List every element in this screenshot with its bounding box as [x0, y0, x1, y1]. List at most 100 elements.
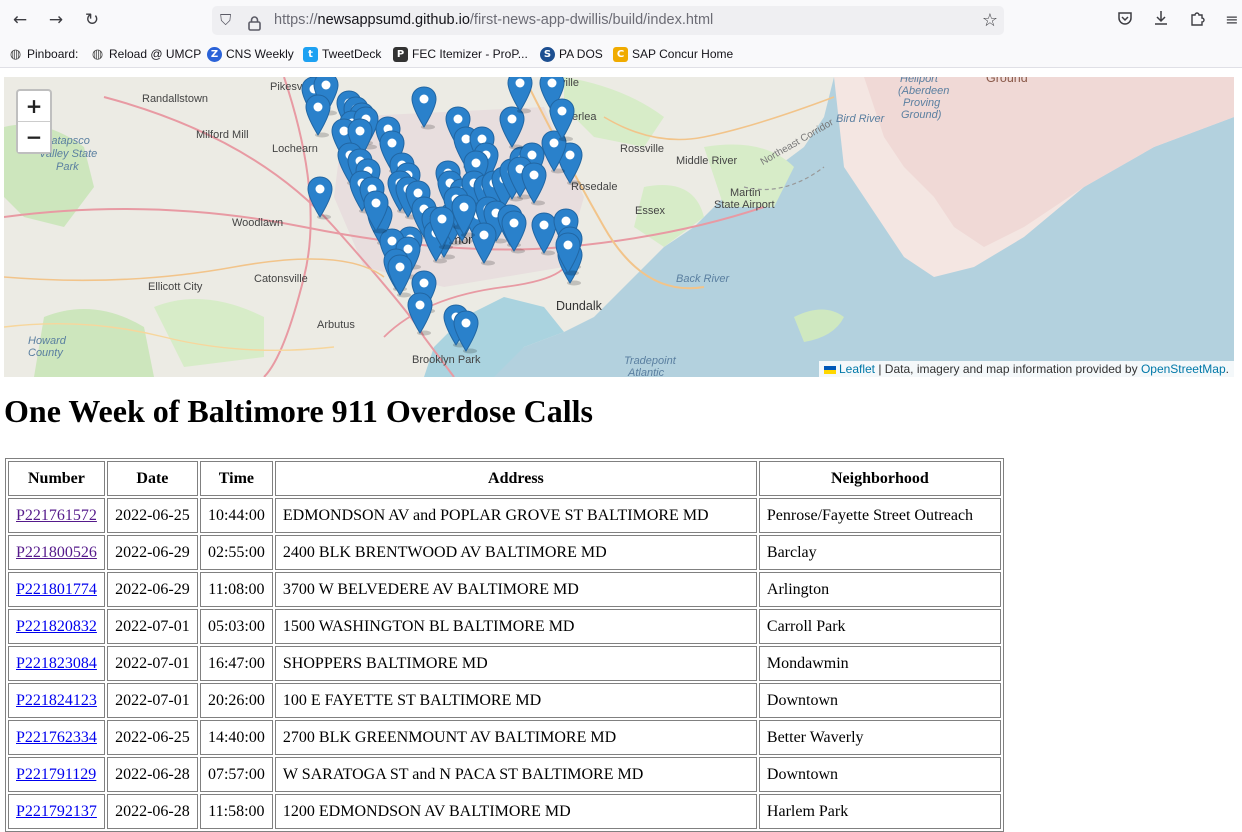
cell-number: P221801774: [8, 572, 105, 607]
attribution-text: | Data, imagery and map information prov…: [875, 362, 1141, 376]
cell-date: 2022-07-01: [106, 683, 198, 718]
call-detail-link[interactable]: P221762334: [16, 729, 97, 746]
z-logo-icon: Z: [207, 46, 222, 62]
table-header-row: Number Date Time Address Neighborhood: [8, 461, 1001, 496]
cell-number: P221820832: [8, 609, 105, 644]
address-bar[interactable]: ⛉ https://newsappsumd.github.io/first-ne…: [212, 6, 1004, 35]
map-marker-icon[interactable]: [471, 222, 497, 266]
cell-number: P221761572: [8, 498, 105, 533]
pa-dos-icon: S: [540, 46, 555, 62]
cell-date: 2022-07-01: [106, 609, 198, 644]
cell-address: 1200 EDMONDSON AV BALTIMORE MD: [274, 794, 757, 829]
table-row: P221823084 2022-07-01 16:47:00 SHOPPERS BAL…: [8, 646, 1001, 681]
extensions-icon[interactable]: [1187, 10, 1207, 30]
back-arrow-icon[interactable]: ←: [9, 9, 31, 31]
cell-address: 2700 BLK GREENMOUNT AV BALTIMORE MD: [274, 720, 757, 755]
globe-icon: ◍: [9, 46, 22, 62]
cell-number: P221791129: [8, 757, 105, 792]
url-text: https://newsappsumd.github.io/first-news…: [274, 12, 714, 28]
cell-number: P221823084: [8, 646, 105, 681]
bookmark-label: FEC Itemizer - ProP...: [412, 47, 528, 61]
bookmark-pa-dos[interactable]: S PA DOS: [540, 45, 603, 63]
zoom-out-button[interactable]: −: [18, 122, 50, 152]
table-row: P221792137 2022-06-28 11:58:00 1200 EDMONDS…: [8, 794, 1001, 829]
cell-time: 02:55:00: [199, 535, 273, 570]
openstreetmap-link[interactable]: OpenStreetMap: [1141, 362, 1226, 376]
call-detail-link[interactable]: P221800526: [16, 544, 97, 561]
map-marker-icon[interactable]: [531, 212, 557, 256]
cell-neighborhood: Barclay: [758, 535, 1001, 570]
map-marker-icon[interactable]: [501, 210, 527, 254]
bookmark-reload-umcp[interactable]: ◍ Reload @ UMCP: [90, 45, 201, 63]
propublica-icon: P: [393, 46, 408, 62]
marker-layer: [301, 77, 583, 354]
tracking-shield-icon[interactable]: ⛉: [220, 6, 238, 35]
cell-address: EDMONDSON AV and POPLAR GROVE ST BALTIMO…: [274, 498, 757, 533]
bookmark-tweetdeck[interactable]: t TweetDeck: [303, 45, 381, 63]
ukraine-flag-icon: [823, 365, 836, 374]
menu-icon[interactable]: ≡: [1222, 10, 1242, 30]
call-detail-link[interactable]: P221824123: [16, 692, 97, 709]
pocket-icon[interactable]: [1115, 10, 1135, 30]
reload-icon[interactable]: ↻: [81, 9, 103, 31]
cell-neighborhood: Harlem Park: [758, 794, 1001, 829]
zoom-control: + −: [16, 89, 52, 154]
bookmark-sap-concur[interactable]: C SAP Concur Home: [613, 45, 733, 63]
call-detail-link[interactable]: P221801774: [16, 581, 97, 598]
cell-number: P221762334: [8, 720, 105, 755]
cell-address: W SARATOGA ST and N PACA ST BALTIMORE MD: [274, 757, 757, 792]
bookmark-label: PA DOS: [559, 47, 603, 61]
bookmark-cns-weekly[interactable]: Z CNS Weekly: [207, 45, 294, 63]
call-detail-link[interactable]: P221792137: [16, 803, 97, 820]
bookmark-label: TweetDeck: [322, 47, 382, 61]
map-marker-icon[interactable]: [387, 254, 413, 298]
attribution-end: .: [1225, 362, 1229, 376]
bookmark-label: CNS Weekly: [226, 47, 294, 61]
cell-neighborhood: Better Waverly: [758, 720, 1001, 755]
cell-neighborhood: Arlington: [758, 572, 1001, 607]
table-row: P221824123 2022-07-01 20:26:00 100 E FAYETT…: [8, 683, 1001, 718]
browser-toolbar: ← → ↻ ⛉ https://newsappsumd.github.io/fi…: [0, 0, 1242, 42]
leaflet-link[interactable]: Leaflet: [839, 362, 875, 376]
map-marker-icon[interactable]: [499, 106, 525, 150]
cell-address: SHOPPERS BALTIMORE MD: [274, 646, 757, 681]
map-marker-icon[interactable]: [407, 292, 433, 336]
table-row: P221762334 2022-06-25 14:40:00 2700 BLK GRE…: [8, 720, 1001, 755]
call-detail-link[interactable]: P221761572: [16, 507, 97, 524]
cell-date: 2022-06-28: [106, 757, 198, 792]
cell-date: 2022-06-25: [106, 498, 198, 533]
cell-date: 2022-06-25: [106, 720, 198, 755]
cell-neighborhood: Carroll Park: [758, 609, 1001, 644]
call-detail-link[interactable]: P221791129: [16, 766, 96, 783]
call-detail-link[interactable]: P221820832: [16, 618, 97, 635]
lock-icon[interactable]: [248, 13, 261, 42]
map-marker-icon[interactable]: [305, 94, 331, 138]
cell-time: 14:40:00: [199, 720, 273, 755]
globe-icon: ◍: [91, 46, 104, 62]
cell-date: 2022-07-01: [106, 646, 198, 681]
calls-table: Number Date Time Address Neighborhood P2…: [5, 458, 1004, 832]
map-marker-icon[interactable]: [307, 176, 333, 220]
bookmark-fec-itemizer[interactable]: P FEC Itemizer - ProP...: [393, 45, 528, 63]
overdose-map[interactable]: Randallstown Pikesv Milford Mill Patapsc…: [4, 77, 1234, 377]
bookmark-star-icon[interactable]: ☆: [982, 6, 998, 35]
zoom-in-button[interactable]: +: [18, 91, 50, 122]
cell-time: 05:03:00: [199, 609, 273, 644]
cell-time: 16:47:00: [199, 646, 273, 681]
call-detail-link[interactable]: P221823084: [16, 655, 97, 672]
forward-arrow-icon[interactable]: →: [45, 9, 67, 31]
map-marker-icon[interactable]: [411, 86, 437, 130]
cell-time: 20:26:00: [199, 683, 273, 718]
cell-number: P221800526: [8, 535, 105, 570]
table-row: P221761572 2022-06-25 10:44:00 EDMONDSON AV…: [8, 498, 1001, 533]
bookmark-pinboard[interactable]: ◍ Pinboard:: [8, 45, 79, 63]
map-attribution: Leaflet | Data, imagery and map informat…: [818, 361, 1234, 377]
cell-neighborhood: Downtown: [758, 683, 1001, 718]
cell-address: 3700 W BELVEDERE AV BALTIMORE MD: [274, 572, 757, 607]
cell-address: 100 E FAYETTE ST BALTIMORE MD: [274, 683, 757, 718]
table-row: P221820832 2022-07-01 05:03:00 1500 WASHING…: [8, 609, 1001, 644]
bookmark-label: SAP Concur Home: [632, 47, 734, 61]
download-icon[interactable]: [1151, 10, 1171, 30]
cell-neighborhood: Mondawmin: [758, 646, 1001, 681]
cell-time: 11:08:00: [199, 572, 273, 607]
